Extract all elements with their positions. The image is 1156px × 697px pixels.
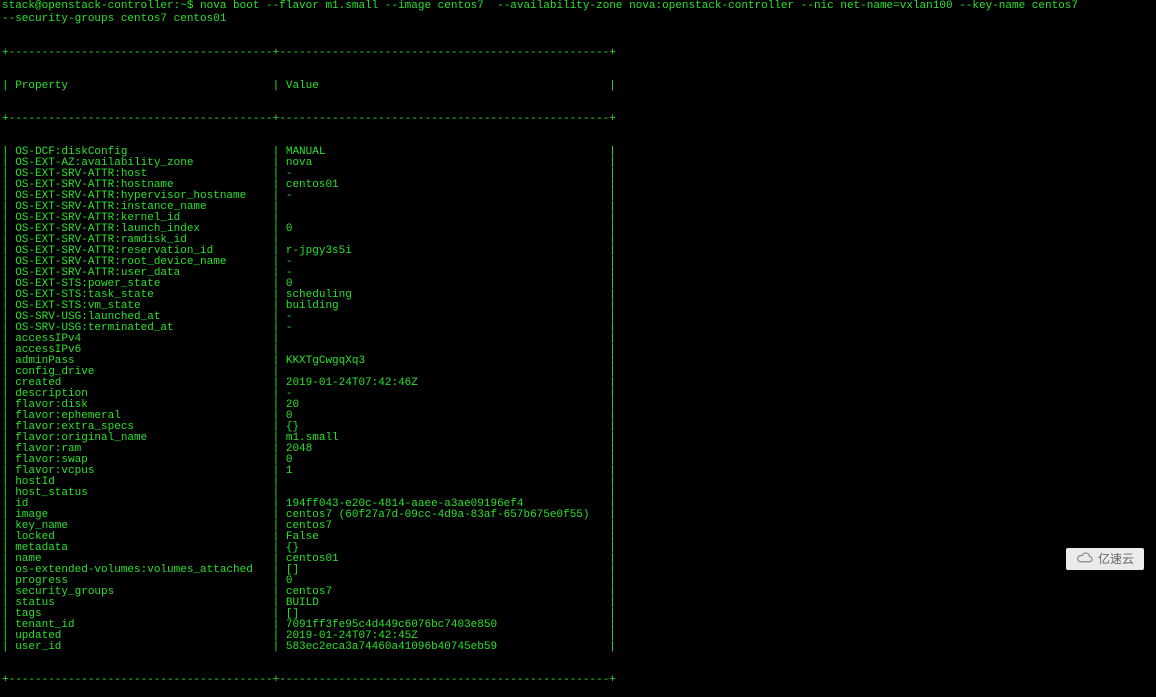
table-row: | updated | 2019-01-24T07:42:45Z | [2,631,1154,642]
table-divider-mid: +---------------------------------------… [2,114,1154,125]
prompt-line-1: stack@openstack-controller:~$ nova boot … [0,0,1156,13]
cloud-icon [1076,551,1094,567]
command-line-1: nova boot --flavor m1.small --image cent… [193,0,1078,12]
table-row: | progress | 0 | [2,576,1154,587]
table-row: | user_id | 583ec2eca3a74460a41096b40745… [2,642,1154,653]
table-divider-bottom: +---------------------------------------… [2,675,1154,686]
terminal-window: { "prompt": { "user_host": "stack@openst… [0,0,1156,576]
table-body: | OS-DCF:diskConfig | MANUAL || OS-EXT-A… [2,147,1154,653]
output-table: +---------------------------------------… [0,26,1156,697]
table-row: | status | BUILD | [2,598,1154,609]
watermark-badge: 亿速云 [1066,548,1144,570]
prompt-user-host: stack@openstack-controller:~$ [2,0,193,12]
table-row: | security_groups | centos7 | [2,587,1154,598]
table-row: | tenant_id | 7091ff3fe95c4d449c6076bc74… [2,620,1154,631]
command-line-2: --security-groups centos7 centos01 [2,13,226,25]
table-header-row: | Property | Value | [2,81,1154,92]
watermark-text: 亿速云 [1098,554,1134,565]
table-row: | tags | [] | [2,609,1154,620]
table-divider-top: +---------------------------------------… [2,48,1154,59]
prompt-line-2: --security-groups centos7 centos01 [0,13,1156,26]
